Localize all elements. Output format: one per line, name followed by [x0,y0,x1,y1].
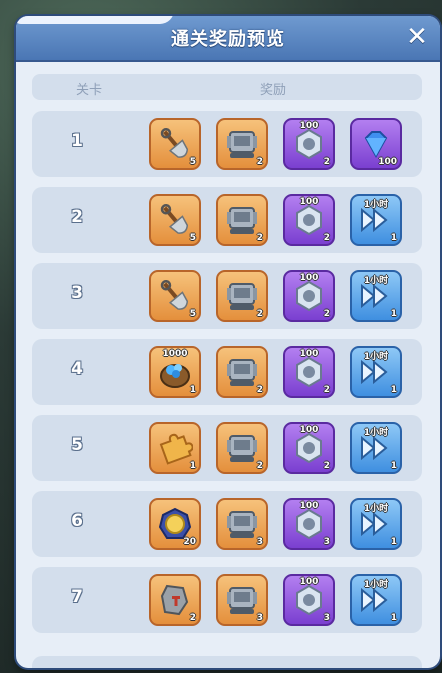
reward-quantity: 2 [256,385,263,395]
reward-quantity: 1 [390,613,397,623]
reward-quantity: 2 [323,385,330,395]
reward-item[interactable]: 1小时 1 [350,498,402,550]
column-header: 关卡 奖励 [32,74,422,100]
reward-item[interactable]: 2 [216,270,268,322]
table-row: 2 5 2 100 2 1小时 1 [32,187,422,253]
reward-quantity: 3 [256,537,263,547]
reward-item[interactable]: 5 [149,118,201,170]
reward-item[interactable]: 100 2 [283,194,335,246]
reward-quantity: 3 [323,537,330,547]
level-number: 7 [71,587,83,607]
table-row: 3 5 2 100 2 1小时 1 [32,263,422,329]
reward-quantity: 100 [378,157,397,167]
reward-quantity: 1 [189,385,196,395]
reward-top-label: 1小时 [363,276,389,286]
reward-quantity: 2 [323,233,330,243]
table-row: 7 2 3 100 3 1小时 1 [32,567,422,633]
reward-item[interactable]: 2 [149,574,201,626]
table-row: 5 1 2 100 2 1小时 1 [32,415,422,481]
level-number: 1 [71,131,83,151]
reward-top-label: 100 [299,273,319,283]
reward-top-label: 100 [299,121,319,131]
reward-quantity: 1 [390,461,397,471]
reward-top-label: 1小时 [363,428,389,438]
reward-item[interactable]: 2 [216,422,268,474]
reward-quantity: 2 [256,233,263,243]
reward-item[interactable]: 1小时 1 [350,270,402,322]
reward-item[interactable]: 100 2 [283,422,335,474]
reward-item[interactable]: 3 [216,574,268,626]
reward-item[interactable]: 20 [149,498,201,550]
reward-top-label: 100 [299,197,319,207]
reward-quantity: 5 [189,309,196,319]
reward-top-label: 100 [299,577,319,587]
reward-top-label: 1小时 [363,580,389,590]
reward-top-label: 1小时 [363,352,389,362]
reward-quantity: 2 [323,309,330,319]
column-level-label: 关卡 [76,83,103,98]
reward-top-label: 1小时 [363,504,389,514]
reward-quantity: 5 [189,233,196,243]
level-number: 5 [71,435,83,455]
reward-quantity: 1 [390,309,397,319]
reward-item[interactable]: 3 [216,498,268,550]
reward-quantity: 2 [256,157,263,167]
snow-decoration [16,16,174,24]
table-row: 4 1000 1 2 100 2 1小时 1 [32,339,422,405]
reward-item[interactable]: 100 2 [283,118,335,170]
reward-item[interactable]: 1小时 1 [350,194,402,246]
reward-quantity: 2 [323,461,330,471]
reward-top-label: 100 [299,425,319,435]
reward-item[interactable]: 1000 1 [149,346,201,398]
reward-item[interactable]: 2 [216,194,268,246]
reward-item[interactable]: 1 [149,422,201,474]
reward-quantity: 3 [323,613,330,623]
table-row-partial [32,656,422,668]
reward-quantity: 1 [189,461,196,471]
panel-header: 通关奖励预览 ✕ [16,16,440,62]
close-button[interactable]: ✕ [402,22,432,52]
reward-top-label: 100 [299,501,319,511]
table-row: 1 5 2 100 2 100 [32,111,422,177]
level-number: 4 [71,359,83,379]
reward-preview-panel: 通关奖励预览 ✕ 关卡 奖励 1 5 2 100 2 100 2 5 2 100 2 1小时 1 3 5 2 1… [16,16,440,668]
reward-quantity: 2 [256,461,263,471]
reward-quantity: 2 [323,157,330,167]
level-number: 6 [71,511,83,531]
reward-top-label: 100 [299,349,319,359]
reward-quantity: 1 [390,537,397,547]
reward-item[interactable]: 100 [350,118,402,170]
level-number: 2 [71,207,83,227]
reward-quantity: 2 [256,309,263,319]
reward-top-label: 1小时 [363,200,389,210]
level-number: 3 [71,283,83,303]
reward-item[interactable]: 100 2 [283,346,335,398]
table-row: 6 20 3 100 3 1小时 1 [32,491,422,557]
reward-item[interactable]: 5 [149,270,201,322]
reward-top-label: 1000 [162,349,188,359]
reward-quantity: 1 [390,385,397,395]
reward-item[interactable]: 100 3 [283,574,335,626]
reward-item[interactable]: 1小时 1 [350,346,402,398]
reward-quantity: 5 [189,157,196,167]
column-reward-label: 奖励 [260,83,287,98]
reward-quantity: 3 [256,613,263,623]
reward-item[interactable]: 5 [149,194,201,246]
panel-title: 通关奖励预览 [171,29,285,50]
reward-quantity: 2 [189,613,196,623]
reward-item[interactable]: 1小时 1 [350,422,402,474]
reward-quantity: 1 [390,233,397,243]
reward-quantity: 20 [183,537,196,547]
reward-item[interactable]: 2 [216,346,268,398]
reward-item[interactable]: 2 [216,118,268,170]
reward-item[interactable]: 100 3 [283,498,335,550]
reward-item[interactable]: 100 2 [283,270,335,322]
reward-item[interactable]: 1小时 1 [350,574,402,626]
